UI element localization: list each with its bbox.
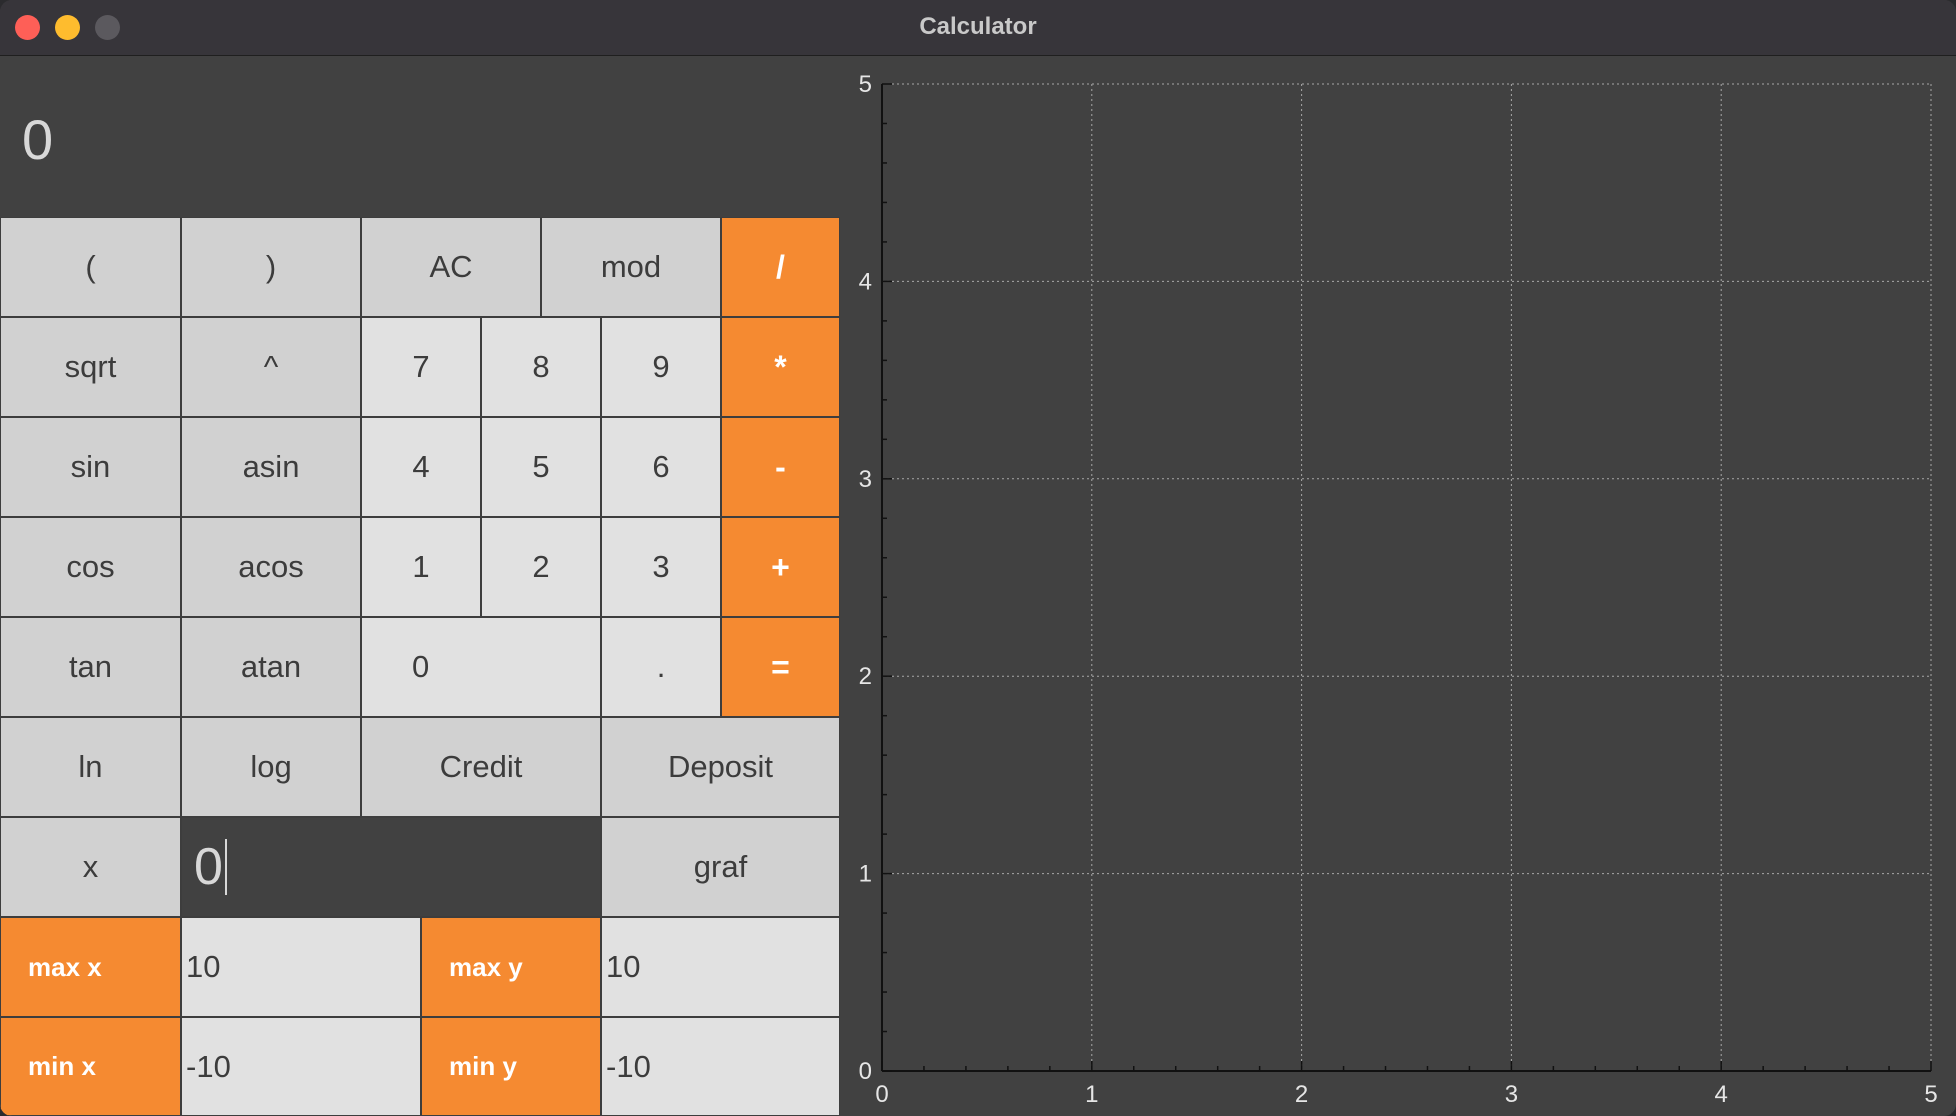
max-x-label: max x — [0, 917, 181, 1017]
y-tick-label: 0 — [859, 1058, 872, 1085]
equals-button[interactable]: = — [721, 617, 840, 717]
keypad: ( ) AC mod / sqrt ^ 7 8 9 * sin asin 4 5… — [0, 217, 840, 1116]
min-y-input[interactable]: -10 — [601, 1017, 840, 1116]
x-tick-label: 3 — [1505, 1081, 1518, 1108]
max-y-input[interactable]: 10 — [601, 917, 840, 1017]
open-paren-button[interactable]: ( — [0, 217, 181, 317]
x-value-input[interactable]: 0 — [181, 817, 601, 917]
sin-button[interactable]: sin — [0, 417, 181, 517]
min-y-label: min y — [421, 1017, 601, 1116]
subtract-button[interactable]: - — [721, 417, 840, 517]
digit-2-button[interactable]: 2 — [481, 517, 601, 617]
digit-7-button[interactable]: 7 — [361, 317, 481, 417]
min-x-label: min x — [0, 1017, 181, 1116]
digit-5-button[interactable]: 5 — [481, 417, 601, 517]
atan-button[interactable]: atan — [181, 617, 361, 717]
decimal-point-button[interactable]: . — [601, 617, 721, 717]
asin-button[interactable]: asin — [181, 417, 361, 517]
graph-button[interactable]: graf — [601, 817, 840, 917]
y-tick-label: 5 — [859, 71, 872, 98]
graph-plot: 0 1 2 3 4 5 0 1 2 3 4 5 — [859, 71, 1938, 1108]
calculator-window: Calculator 0 ( ) AC mod / sqrt ^ 7 8 9 *… — [0, 0, 1956, 1116]
x-variable-button[interactable]: x — [0, 817, 181, 917]
all-clear-button[interactable]: AC — [361, 217, 541, 317]
display-value: 0 — [22, 108, 54, 171]
close-paren-button[interactable]: ) — [181, 217, 361, 317]
window-title: Calculator — [919, 13, 1037, 40]
result-display: 0 — [0, 57, 840, 217]
y-tick-label: 2 — [859, 663, 872, 690]
divide-button[interactable]: / — [721, 217, 840, 317]
power-button[interactable]: ^ — [181, 317, 361, 417]
x-tick-label: 2 — [1295, 1081, 1308, 1108]
x-value-text: 0 — [194, 838, 223, 896]
digit-6-button[interactable]: 6 — [601, 417, 721, 517]
y-tick-label: 4 — [859, 268, 872, 295]
max-x-input[interactable]: 10 — [181, 917, 421, 1017]
text-caret — [224, 839, 227, 895]
y-tick-label: 3 — [859, 466, 872, 493]
deposit-button[interactable]: Deposit — [601, 717, 840, 817]
graph-panel: 0 1 2 3 4 5 0 1 2 3 4 5 — [840, 57, 1956, 1116]
digit-9-button[interactable]: 9 — [601, 317, 721, 417]
max-y-label: max y — [421, 917, 601, 1017]
tan-button[interactable]: tan — [0, 617, 181, 717]
ln-button[interactable]: ln — [0, 717, 181, 817]
digit-3-button[interactable]: 3 — [601, 517, 721, 617]
min-x-input[interactable]: -10 — [181, 1017, 421, 1116]
digit-4-button[interactable]: 4 — [361, 417, 481, 517]
x-tick-label: 4 — [1715, 1081, 1728, 1108]
titlebar: Calculator — [0, 0, 1956, 56]
x-tick-label: 0 — [875, 1081, 888, 1108]
multiply-button[interactable]: * — [721, 317, 840, 417]
x-tick-label: 1 — [1085, 1081, 1098, 1108]
digit-8-button[interactable]: 8 — [481, 317, 601, 417]
log-button[interactable]: log — [181, 717, 361, 817]
digit-1-button[interactable]: 1 — [361, 517, 481, 617]
x-tick-label: 5 — [1924, 1081, 1937, 1108]
cos-button[interactable]: cos — [0, 517, 181, 617]
digit-0-button[interactable]: 0 — [361, 617, 601, 717]
mod-button[interactable]: mod — [541, 217, 721, 317]
y-tick-label: 1 — [859, 861, 872, 888]
add-button[interactable]: + — [721, 517, 840, 617]
sqrt-button[interactable]: sqrt — [0, 317, 181, 417]
acos-button[interactable]: acos — [181, 517, 361, 617]
credit-button[interactable]: Credit — [361, 717, 601, 817]
